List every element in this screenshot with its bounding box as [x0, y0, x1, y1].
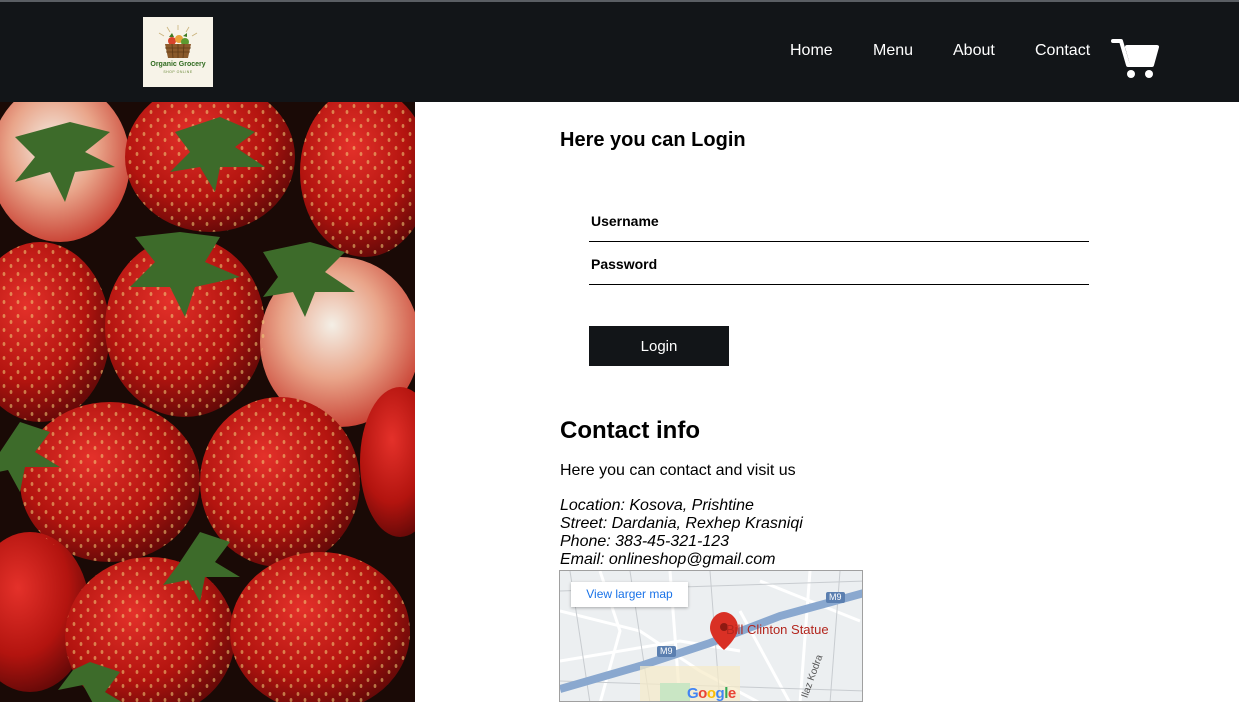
nav-link-contact[interactable]: Contact: [1035, 42, 1090, 60]
contact-title: Contact info: [560, 417, 700, 444]
password-field[interactable]: [589, 244, 1089, 285]
navbar: Organic Grocery SHOP ONLINE Home Menu Ab…: [0, 2, 1239, 102]
username-field[interactable]: [589, 201, 1089, 242]
contact-email: Email: onlineshop@gmail.com: [560, 551, 776, 568]
username-input[interactable]: [589, 201, 1089, 241]
login-title: Here you can Login: [560, 129, 746, 151]
map-road-badge: M9: [657, 646, 676, 657]
contact-street: Street: Dardania, Rexhep Krasniqi: [560, 515, 803, 532]
contact-details: Location: Kosova, Prishtine Street: Dard…: [560, 497, 803, 569]
contact-location: Location: Kosova, Prishtine: [560, 497, 754, 514]
google-logo: Google: [687, 685, 736, 702]
login-button[interactable]: Login: [589, 326, 729, 366]
nav-link-home[interactable]: Home: [790, 42, 833, 60]
basket-icon: [158, 25, 198, 59]
shopping-cart-icon: [1111, 39, 1159, 78]
cart-button[interactable]: [1110, 36, 1160, 80]
nav-link-menu[interactable]: Menu: [873, 42, 913, 60]
main-content: Here you can Login Login Contact info He…: [0, 102, 1239, 702]
contact-subtitle: Here you can contact and visit us: [560, 462, 796, 479]
view-larger-map-link[interactable]: View larger map: [571, 582, 688, 607]
nav-link-about[interactable]: About: [953, 42, 995, 60]
logo-subtitle: SHOP ONLINE: [163, 70, 193, 74]
logo-title: Organic Grocery: [150, 61, 206, 68]
site-logo[interactable]: Organic Grocery SHOP ONLINE: [143, 17, 213, 87]
map-embed[interactable]: View larger map Bill Clinton Statue M9 M…: [559, 570, 863, 702]
map-road-badge: M9: [826, 592, 845, 603]
password-input[interactable]: [589, 244, 1089, 284]
contact-phone: Phone: 383-45-321-123: [560, 533, 730, 550]
map-place-label: Bill Clinton Statue: [726, 622, 829, 637]
